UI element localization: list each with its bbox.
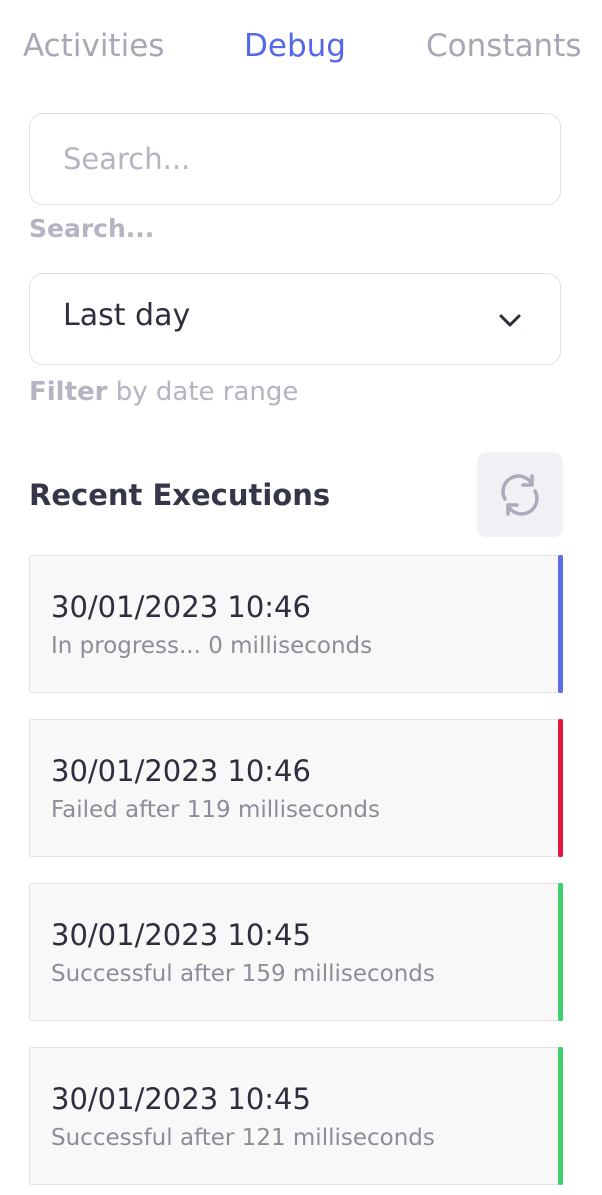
- execution-item[interactable]: 30/01/2023 10:45 Successful after 121 mi…: [29, 1046, 563, 1185]
- execution-status: Failed after 119 milliseconds: [51, 797, 380, 823]
- date-range-select[interactable]: Last day: [29, 273, 561, 365]
- execution-status-bar: [558, 882, 563, 1021]
- tab-bar: Activities Debug Constants: [0, 26, 602, 70]
- execution-status: In progress... 0 milliseconds: [51, 633, 373, 659]
- execution-status: Successful after 159 milliseconds: [51, 961, 435, 987]
- execution-date: 30/01/2023 10:45: [51, 918, 311, 952]
- search-label: Search...: [29, 214, 155, 243]
- date-filter-hint: Filter by date range: [29, 377, 298, 407]
- date-filter-hint-strong: Filter: [29, 377, 108, 407]
- refresh-button[interactable]: [477, 452, 563, 537]
- execution-item[interactable]: 30/01/2023 10:45 Successful after 159 mi…: [29, 882, 563, 1021]
- date-range-value: Last day: [63, 298, 191, 333]
- chevron-down-icon: [499, 314, 521, 327]
- execution-status-bar: [558, 718, 563, 857]
- execution-date: 30/01/2023 10:46: [51, 590, 311, 624]
- execution-date: 30/01/2023 10:45: [51, 1082, 311, 1116]
- search-input[interactable]: [63, 136, 533, 182]
- execution-item[interactable]: 30/01/2023 10:46 Failed after 119 millis…: [29, 718, 563, 857]
- execution-status-bar: [558, 1046, 563, 1185]
- tab-constants[interactable]: Constants: [426, 26, 582, 66]
- recent-executions-title: Recent Executions: [29, 478, 331, 512]
- execution-item[interactable]: 30/01/2023 10:46 In progress... 0 millis…: [29, 554, 563, 693]
- tab-activities[interactable]: Activities: [23, 26, 164, 66]
- execution-date: 30/01/2023 10:46: [51, 754, 311, 788]
- search-field[interactable]: [29, 113, 561, 205]
- date-filter-hint-text: by date range: [107, 377, 299, 407]
- execution-status: Successful after 121 milliseconds: [51, 1125, 435, 1151]
- execution-status-bar: [558, 554, 563, 693]
- tab-debug[interactable]: Debug: [244, 26, 346, 66]
- refresh-icon: [501, 474, 539, 516]
